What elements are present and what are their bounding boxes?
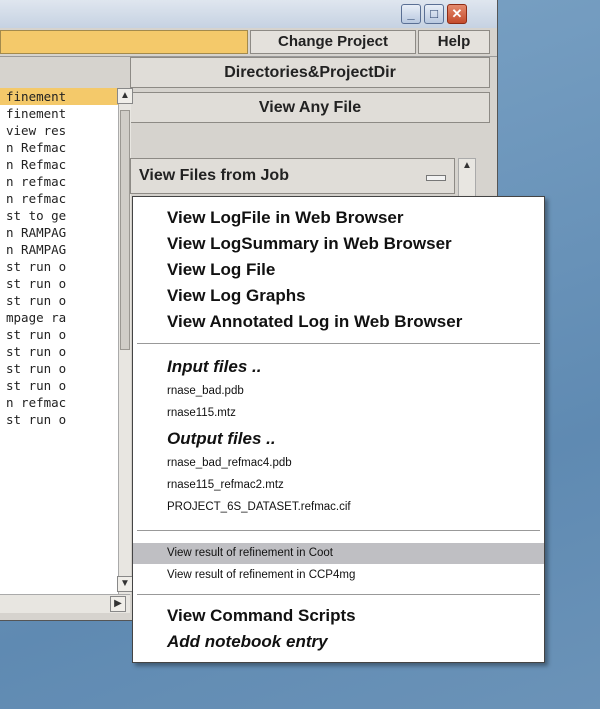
menu-item-view-log-graphs[interactable]: View Log Graphs (133, 283, 544, 309)
scroll-up-icon[interactable]: ▲ (459, 159, 475, 175)
job-list-item[interactable]: n Refmac (0, 156, 118, 173)
dropdown-indicator-icon (426, 175, 446, 181)
project-field[interactable] (0, 30, 248, 54)
job-list-item[interactable]: n RAMPAG (0, 224, 118, 241)
view-files-from-job-label: View Files from Job (139, 167, 289, 184)
view-files-from-job-button[interactable]: View Files from Job (130, 158, 455, 194)
directories-projectdir-button[interactable]: Directories&ProjectDir (130, 57, 490, 88)
job-list-item[interactable]: mpage ra (0, 309, 118, 326)
job-list-item[interactable]: st run o (0, 343, 118, 360)
job-list-hscrollbar[interactable]: ▶ (0, 594, 130, 613)
job-list-item[interactable]: st to ge (0, 207, 118, 224)
menu-item-view-log-file[interactable]: View Log File (133, 257, 544, 283)
scroll-thumb[interactable] (120, 110, 130, 350)
menu-item-view-in-ccp4mg[interactable]: View result of refinement in CCP4mg (133, 565, 544, 586)
job-list-item[interactable]: st run o (0, 411, 118, 428)
menu-item-input-file[interactable]: rnase115.mtz (133, 403, 544, 424)
title-bar: _ □ ✕ (0, 0, 497, 28)
job-list-item[interactable]: st run o (0, 292, 118, 309)
view-files-popup-menu: View LogFile in Web Browser View LogSumm… (132, 196, 545, 663)
menu-separator (137, 594, 540, 596)
menu-item-input-file[interactable]: rnase_bad.pdb (133, 381, 544, 402)
menu-item-view-annotated-log[interactable]: View Annotated Log in Web Browser (133, 309, 544, 335)
scroll-right-icon[interactable]: ▶ (110, 596, 126, 612)
menu-separator (137, 530, 540, 532)
side-scrollbar[interactable]: ▲ (458, 158, 476, 198)
input-files-header: Input files .. (167, 357, 262, 376)
job-list-item[interactable]: st run o (0, 275, 118, 292)
job-list-item[interactable]: view res (0, 122, 118, 139)
change-project-button[interactable]: Change Project (250, 30, 416, 54)
job-list-item[interactable]: st run o (0, 326, 118, 343)
menu-item-view-in-coot[interactable]: View result of refinement in Coot (133, 543, 544, 564)
job-list-item[interactable]: finement (0, 105, 118, 122)
menu-item-output-file[interactable]: PROJECT_6S_DATASET.refmac.cif (133, 497, 544, 518)
view-any-file-button[interactable]: View Any File (130, 92, 490, 123)
menu-item-view-logfile-browser[interactable]: View LogFile in Web Browser (133, 205, 544, 231)
job-list-item[interactable]: n RAMPAG (0, 241, 118, 258)
job-list-item[interactable]: n Refmac (0, 139, 118, 156)
menu-separator (137, 343, 540, 345)
top-toolbar: Change Project Help (0, 28, 497, 57)
job-list-item[interactable]: finement (0, 88, 118, 105)
output-files-header: Output files .. (167, 429, 276, 448)
menu-item-output-file[interactable]: rnase_bad_refmac4.pdb (133, 453, 544, 474)
menu-item-view-command-scripts[interactable]: View Command Scripts (133, 603, 544, 629)
scroll-down-icon[interactable]: ▼ (117, 576, 133, 592)
menu-item-add-notebook-entry[interactable]: Add notebook entry (133, 629, 544, 655)
maximize-icon[interactable]: □ (424, 4, 444, 24)
close-icon[interactable]: ✕ (447, 4, 467, 24)
job-list-item[interactable]: st run o (0, 258, 118, 275)
minimize-icon[interactable]: _ (401, 4, 421, 24)
menu-item-output-file[interactable]: rnase115_refmac2.mtz (133, 475, 544, 496)
job-list-item[interactable]: st run o (0, 360, 118, 377)
menu-item-view-logsummary-browser[interactable]: View LogSummary in Web Browser (133, 231, 544, 257)
job-list-item[interactable]: n refmac (0, 394, 118, 411)
job-list[interactable]: finement finement view res n Refmac n Re… (0, 88, 118, 594)
job-list-item[interactable]: n refmac (0, 173, 118, 190)
help-button[interactable]: Help (418, 30, 490, 54)
scroll-up-icon[interactable]: ▲ (117, 88, 133, 104)
job-list-item[interactable]: st run o (0, 377, 118, 394)
job-list-item[interactable]: n refmac (0, 190, 118, 207)
